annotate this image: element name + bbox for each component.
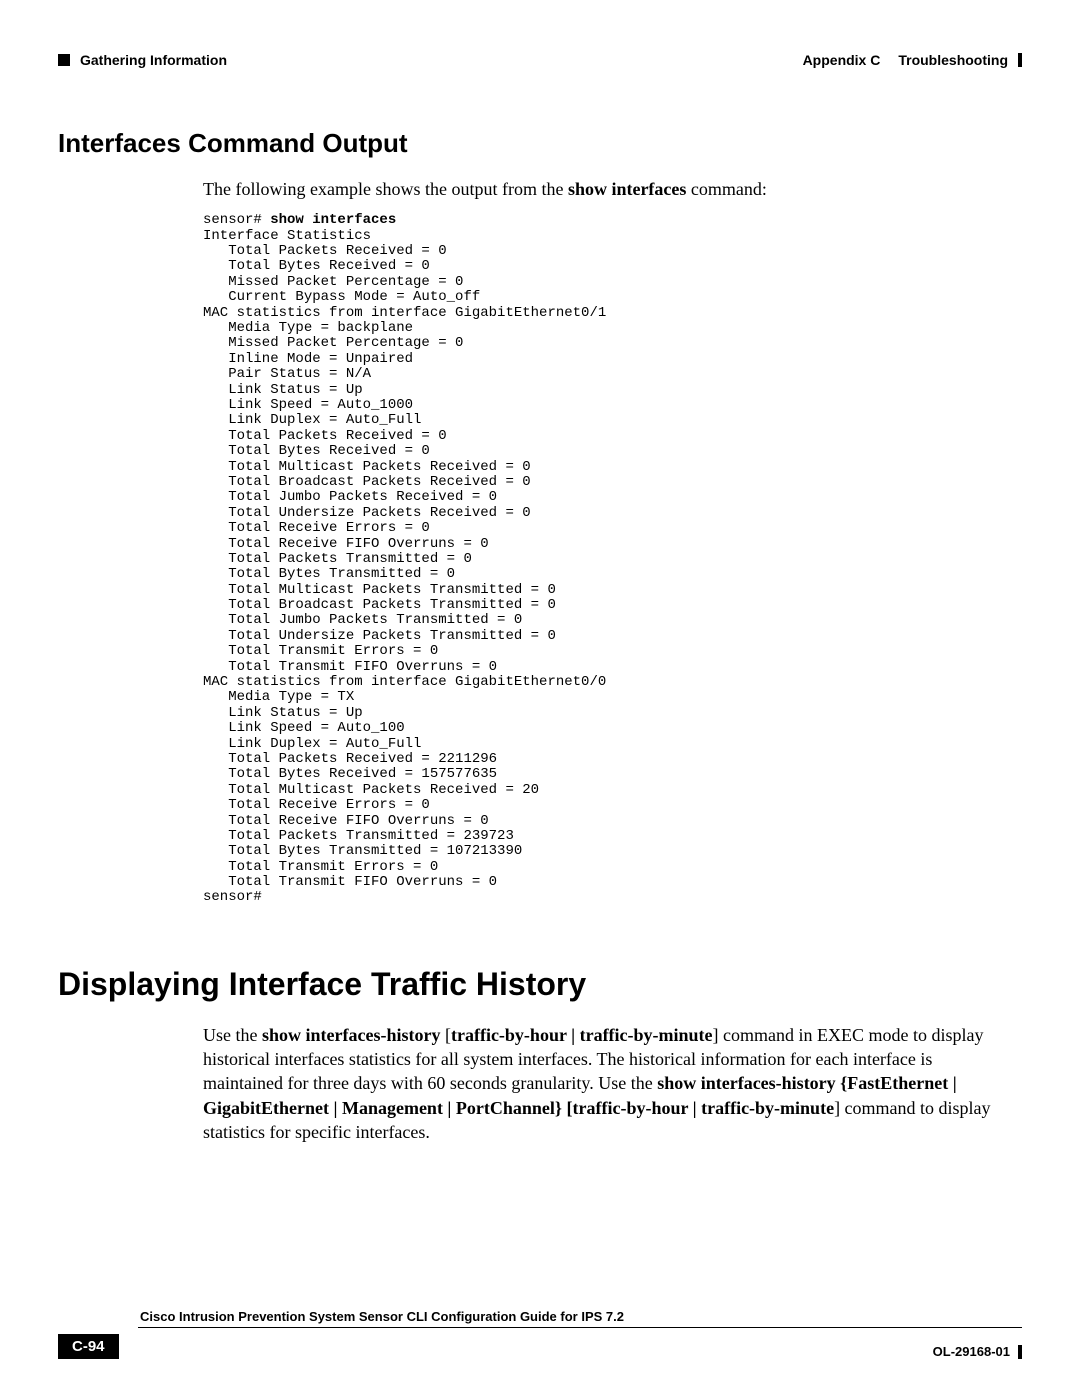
- header-section: Gathering Information: [80, 52, 227, 68]
- intro-post: command:: [686, 179, 766, 199]
- main-heading: Displaying Interface Traffic History: [58, 966, 1022, 1003]
- doc-number: OL-29168-01: [933, 1344, 1010, 1359]
- code-prompt: sensor#: [203, 212, 270, 228]
- intro-cmd: show interfaces: [568, 179, 686, 199]
- footer-guide-title: Cisco Intrusion Prevention System Sensor…: [140, 1309, 1022, 1324]
- p1: Use the: [203, 1025, 262, 1045]
- intro-pre: The following example shows the output f…: [203, 179, 568, 199]
- page-footer: Cisco Intrusion Prevention System Sensor…: [58, 1309, 1022, 1359]
- footer-right: OL-29168-01: [933, 1344, 1022, 1359]
- footer-left: C-94: [58, 1334, 125, 1359]
- appendix-label: Appendix C: [803, 52, 881, 68]
- code-lines: Interface Statistics Total Packets Recei…: [203, 228, 606, 906]
- code-command: show interfaces: [270, 212, 396, 228]
- header-left: Gathering Information: [58, 52, 227, 68]
- cmd2: traffic-by-hour | traffic-by-minute: [451, 1025, 713, 1045]
- square-icon: [58, 54, 70, 66]
- page-number: C-94: [58, 1334, 119, 1359]
- footer-rule: [138, 1327, 1022, 1328]
- description-paragraph: Use the show interfaces-history [traffic…: [203, 1023, 1012, 1144]
- code-output: sensor# show interfaces Interface Statis…: [203, 213, 1022, 906]
- section-heading: Interfaces Command Output: [58, 128, 1022, 159]
- page-header: Gathering Information Appendix C Trouble…: [58, 52, 1022, 68]
- p2: [: [440, 1025, 451, 1045]
- intro-paragraph: The following example shows the output f…: [203, 177, 1012, 201]
- header-right: Appendix C Troubleshooting: [803, 52, 1022, 68]
- footer-row: C-94 OL-29168-01: [58, 1334, 1022, 1359]
- cmd1: show interfaces-history: [262, 1025, 440, 1045]
- appendix-title: Troubleshooting: [898, 52, 1008, 68]
- bar-icon: [1018, 1345, 1022, 1359]
- bar-icon: [1018, 53, 1022, 67]
- page: Gathering Information Appendix C Trouble…: [0, 0, 1080, 1397]
